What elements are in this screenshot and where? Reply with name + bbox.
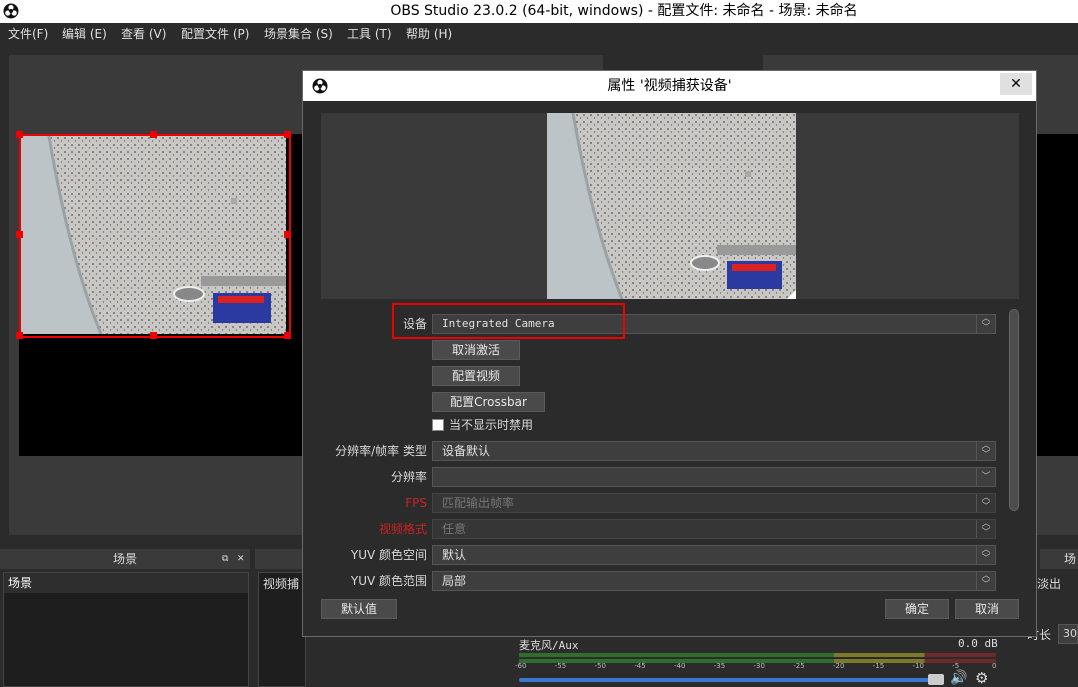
- property-label: 分辨率/帧率 类型: [335, 444, 427, 458]
- sources-dock-header: [255, 549, 305, 569]
- scenes-dock-title: 场景: [112, 552, 137, 566]
- meter-scale-label: -55: [554, 662, 567, 670]
- resize-handle-top[interactable]: [150, 131, 157, 138]
- preview-canvas-right: [1036, 134, 1078, 456]
- resize-handle-br[interactable]: [284, 332, 291, 339]
- dialog-title: 属性 '视频捕获设备': [607, 78, 732, 94]
- updown-arrow-icon: ︿ ﹀: [976, 442, 995, 460]
- volume-meter: [519, 653, 996, 657]
- transitions-dock-header: 场: [1040, 549, 1078, 569]
- configure-video-button[interactable]: 配置视频: [432, 366, 520, 386]
- meter-scale-label: -20: [833, 662, 845, 670]
- property-label: YUV 颜色空间: [350, 548, 427, 562]
- menu-help[interactable]: 帮助 (H): [406, 23, 452, 45]
- deactivate-when-hidden-checkbox[interactable]: [432, 419, 444, 431]
- source-item[interactable]: 视频捕: [263, 575, 299, 593]
- meter-scale-label: -60: [515, 662, 527, 670]
- meter-scale-label: -10: [912, 662, 924, 670]
- defaults-button[interactable]: 默认值: [321, 599, 397, 619]
- resize-handle-right[interactable]: [284, 231, 291, 238]
- transition-select[interactable]: 淡出: [1037, 574, 1078, 594]
- meter-scale-label: -30: [753, 662, 765, 670]
- property-select: 任意 ︿ ﹀: [432, 519, 996, 539]
- resize-handle-left[interactable]: [16, 231, 23, 238]
- chevron-down-icon: ﹀: [976, 468, 995, 486]
- updown-arrow-icon: ︿ ﹀: [976, 572, 995, 590]
- selection-box[interactable]: [19, 134, 291, 338]
- close-icon[interactable]: ✕: [237, 549, 245, 569]
- resize-handle-bottom[interactable]: [150, 332, 157, 339]
- meter-scale: -60 -55 -50 -45 -40 -35 -30 -25 -20 -15 -10 -5 0: [515, 662, 997, 672]
- property-select[interactable]: ﹀: [432, 467, 996, 487]
- resize-handle-tr[interactable]: [284, 131, 291, 138]
- audio-mixer: 麦克风/Aux 0.0 dB -60 -55 -50 -45 -40 -35 -30 -25-…: [510, 636, 1010, 687]
- property-value: 任意: [442, 522, 467, 536]
- properties-dialog: 属性 '视频捕获设备' ✕ 设备 Integrated Camera ︿ ﹀ 取…: [302, 70, 1037, 637]
- title-bar: OBS Studio 23.0.2 (64-bit, windows) - 配置…: [0, 0, 1078, 23]
- configure-crossbar-button[interactable]: 配置Crossbar: [432, 392, 545, 412]
- scene-item[interactable]: 场景: [4, 573, 248, 593]
- mixer-level: 0.0 dB: [958, 637, 998, 650]
- scenes-list: 场景: [3, 572, 249, 687]
- property-label: FPS: [405, 496, 427, 510]
- updown-arrow-icon: ︿ ﹀: [976, 494, 995, 512]
- property-value: 匹配输出帧率: [442, 496, 515, 510]
- menu-profile[interactable]: 配置文件 (P): [181, 23, 249, 45]
- property-label: YUV 颜色范围: [350, 574, 427, 588]
- sources-list: 视频捕: [258, 572, 306, 687]
- updown-arrow-icon: ︿ ﹀: [976, 546, 995, 564]
- duration-input[interactable]: 300: [1058, 624, 1078, 644]
- property-value: 设备默认: [442, 444, 491, 458]
- meter-scale-label: -40: [674, 662, 686, 670]
- menu-edit[interactable]: 编辑 (E): [62, 23, 107, 45]
- menu-bar: 文件(F) 编辑 (E) 查看 (V) 配置文件 (P) 场景集合 (S) 工具…: [0, 23, 1078, 45]
- restore-icon[interactable]: ⧉: [222, 549, 228, 569]
- property-value: 默认: [442, 548, 467, 562]
- meter-scale-label: -5: [952, 662, 960, 670]
- deactivate-when-hidden-label[interactable]: 当不显示时禁用: [449, 418, 533, 432]
- window-title: OBS Studio 23.0.2 (64-bit, windows) - 配置…: [390, 3, 858, 19]
- meter-scale-label: -35: [713, 662, 726, 670]
- updown-arrow-icon: ︿ ﹀: [976, 520, 995, 538]
- deactivate-button[interactable]: 取消激活: [432, 340, 520, 360]
- dialog-title-bar: 属性 '视频捕获设备' ✕: [303, 71, 1036, 101]
- meter-scale-label: 0: [992, 662, 997, 670]
- dialog-camera-preview: [547, 113, 796, 299]
- property-label: 分辨率: [390, 470, 427, 484]
- property-label: 视频格式: [378, 522, 427, 536]
- ok-button[interactable]: 确定: [885, 599, 949, 619]
- updown-arrow-icon: ︿ ﹀: [976, 315, 995, 333]
- cancel-button[interactable]: 取消: [955, 599, 1019, 619]
- highlight-annotation: [392, 303, 625, 339]
- meter-scale-label: -15: [872, 662, 885, 670]
- scrollbar-thumb[interactable]: [1009, 309, 1019, 511]
- property-value: 局部: [442, 574, 467, 588]
- menu-file[interactable]: 文件(F): [8, 23, 48, 45]
- menu-view[interactable]: 查看 (V): [121, 23, 166, 45]
- volume-slider-handle[interactable]: [928, 674, 944, 685]
- property-select: 匹配输出帧率 ︿ ﹀: [432, 493, 996, 513]
- resize-handle-bl[interactable]: [16, 332, 23, 339]
- menu-tools[interactable]: 工具 (T): [347, 23, 392, 45]
- property-select[interactable]: 默认 ︿ ﹀: [432, 545, 996, 565]
- menu-scene-collection[interactable]: 场景集合 (S): [264, 23, 333, 45]
- gear-icon[interactable]: ⚙: [975, 669, 988, 687]
- property-select[interactable]: 设备默认 ︿ ﹀: [432, 441, 996, 461]
- camera-image: [547, 113, 796, 299]
- meter-scale-label: -50: [594, 662, 606, 670]
- mixer-source-name: 麦克风/Aux: [519, 639, 579, 652]
- dialog-close-button[interactable]: ✕: [1000, 73, 1032, 95]
- resize-handle-tl[interactable]: [16, 131, 23, 138]
- property-select[interactable]: 局部 ︿ ﹀: [432, 571, 996, 591]
- volume-slider[interactable]: [519, 678, 939, 682]
- meter-scale-label: -45: [634, 662, 646, 670]
- speaker-icon[interactable]: 🔊: [950, 670, 967, 686]
- scenes-dock-header: 场景 ⧉ ✕: [0, 549, 250, 569]
- meter-scale-label: -25: [793, 662, 805, 670]
